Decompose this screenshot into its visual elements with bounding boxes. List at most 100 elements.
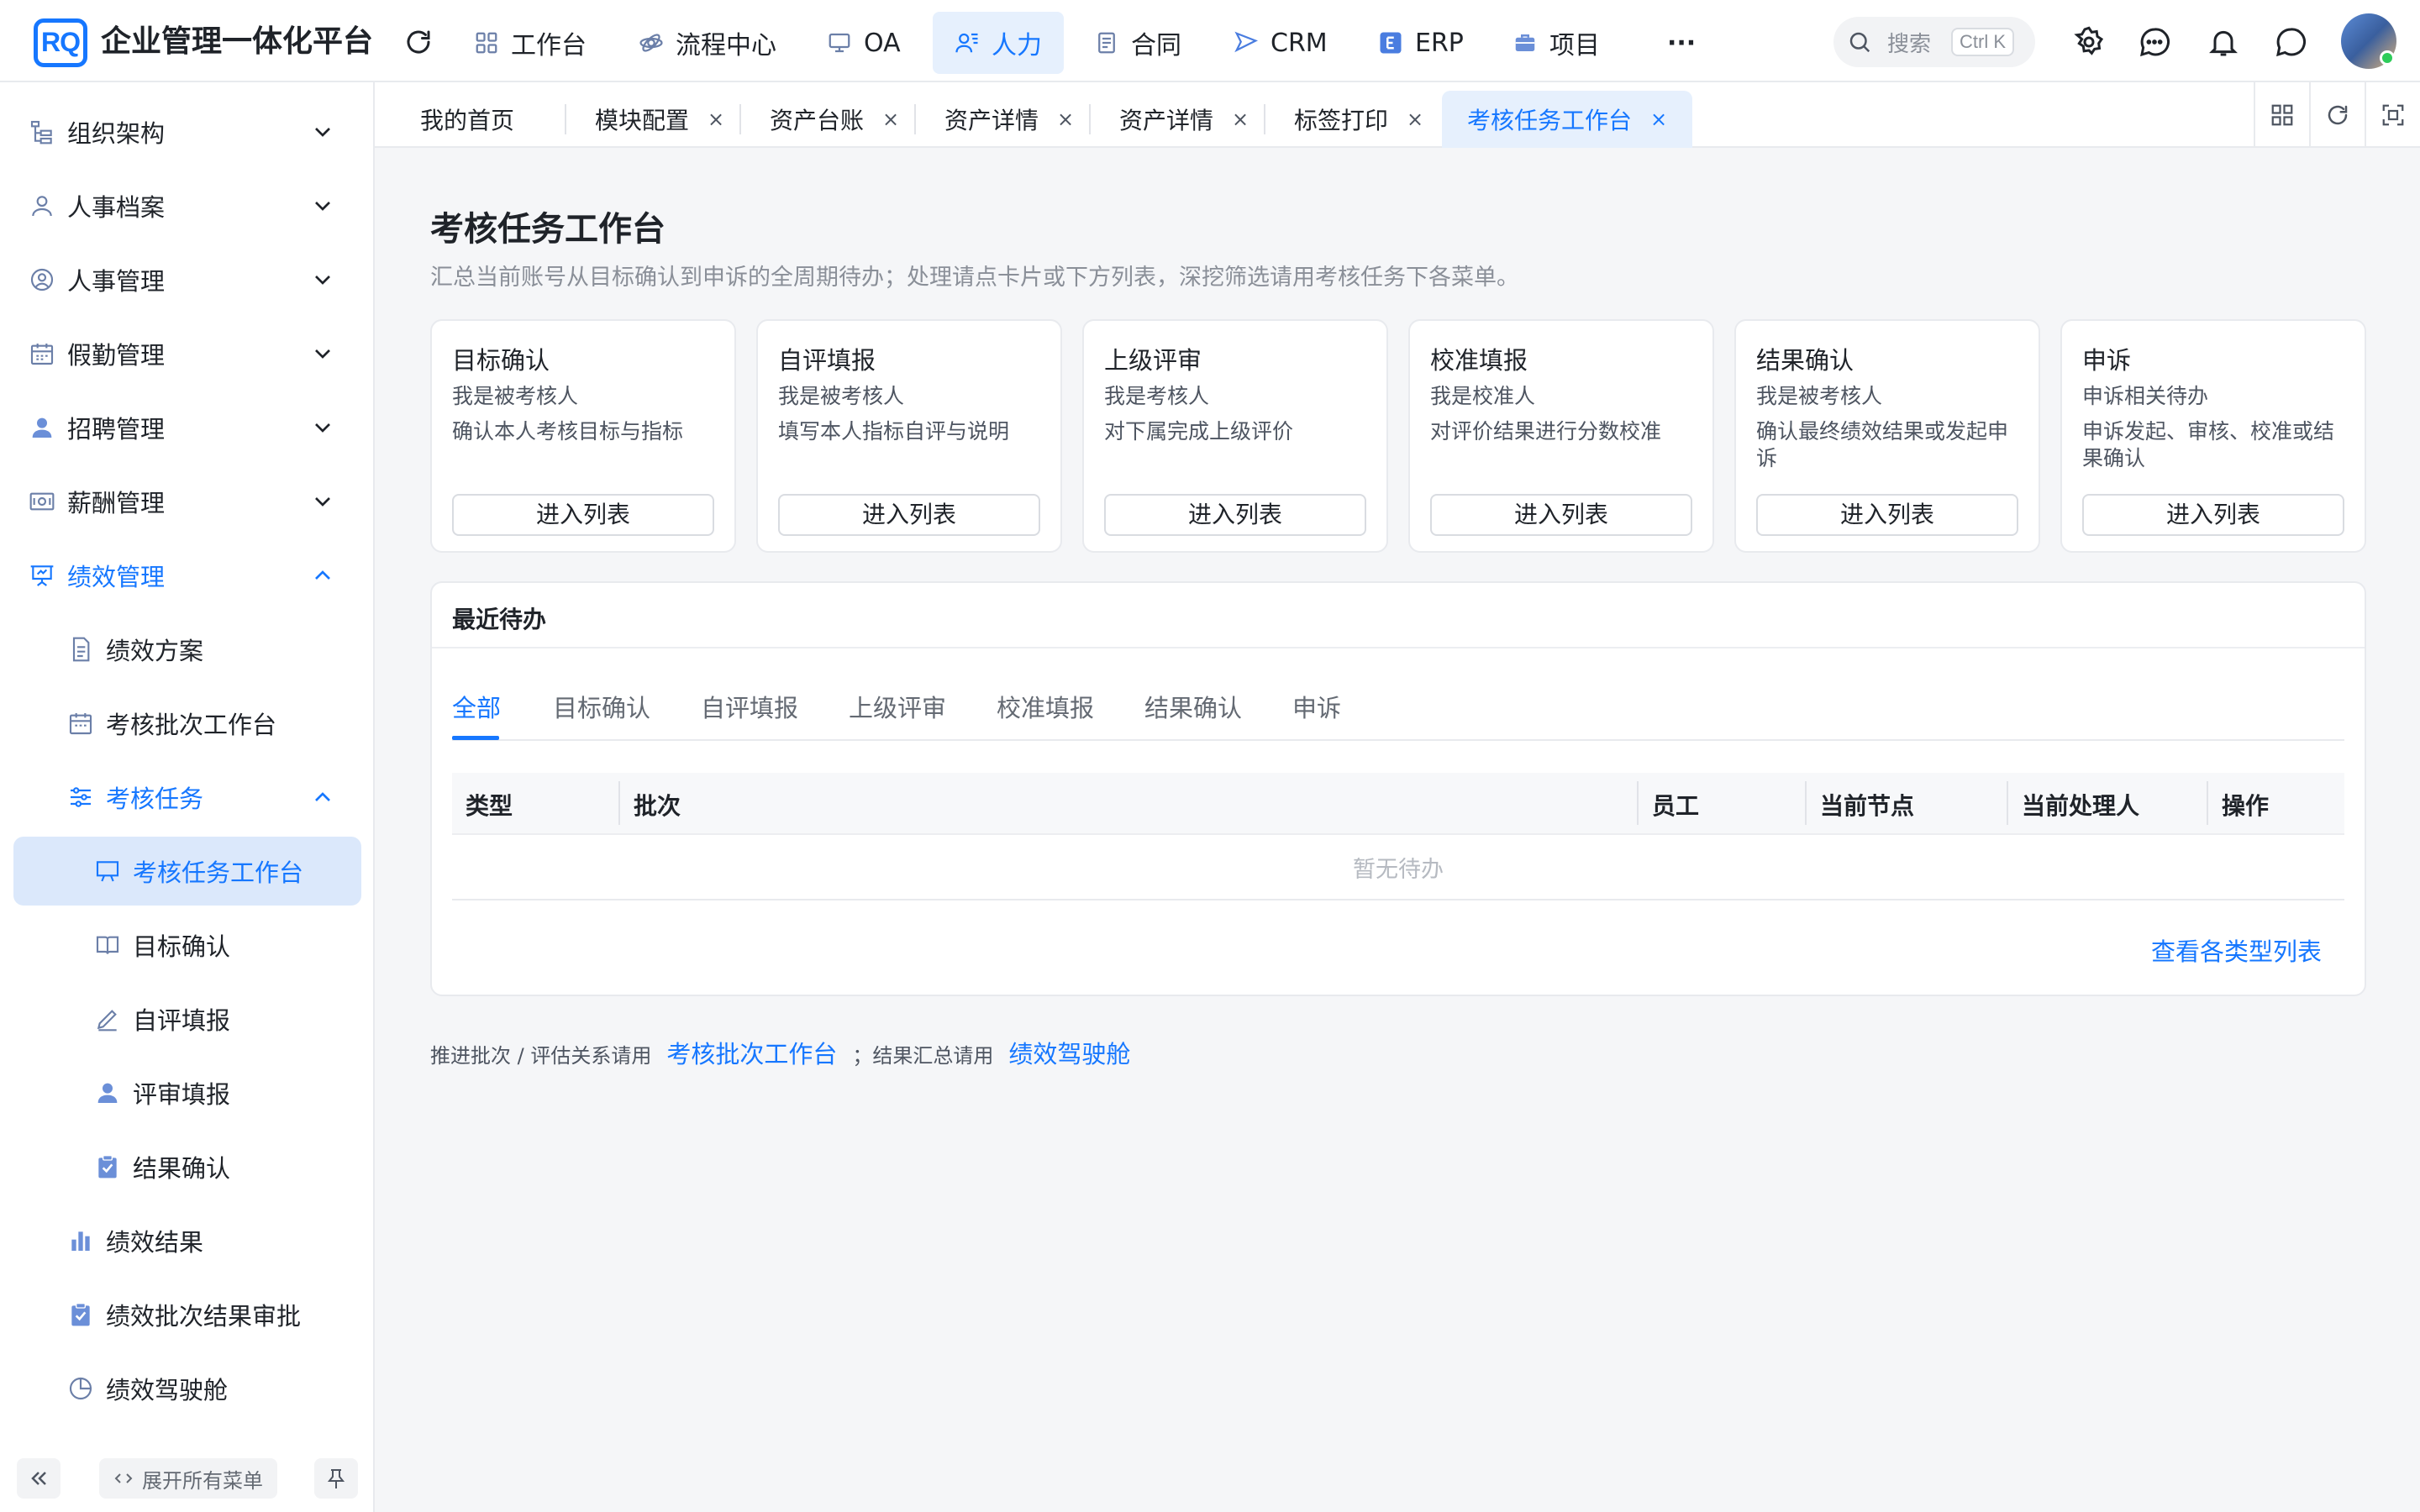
- briefcase-icon: [1515, 34, 1535, 51]
- column-header[interactable]: 当前节点: [1820, 788, 1914, 822]
- enter-list-button[interactable]: 进入列表: [1430, 494, 1692, 536]
- search-icon: [1849, 32, 1870, 53]
- sidebar-item-result-confirm[interactable]: 结果确认: [13, 1132, 361, 1201]
- topnav-erp[interactable]: ERP: [1356, 12, 1486, 74]
- cockpit-link[interactable]: 绩效驾驶舱: [1008, 1035, 1130, 1070]
- bell-icon[interactable]: [2207, 25, 2240, 59]
- fullscreen-button[interactable]: [2365, 82, 2420, 148]
- collapse-sidebar-button[interactable]: [17, 1458, 60, 1499]
- topnav-oa[interactable]: OA: [805, 12, 923, 74]
- topnav-workbench[interactable]: 工作台: [452, 12, 608, 74]
- more-menu-button[interactable]: ···: [1645, 12, 1718, 74]
- topnav-project[interactable]: 项目: [1491, 12, 1622, 74]
- tab-asset-detail-2[interactable]: 资产详情 ×: [1119, 91, 1249, 148]
- topnav-label: 工作台: [511, 31, 587, 60]
- topnav-flow[interactable]: 流程中心: [617, 12, 798, 74]
- message-icon[interactable]: [2138, 25, 2171, 59]
- chevron-down-icon: [315, 128, 330, 137]
- sidebar-item-salary[interactable]: 薪酬管理: [13, 467, 361, 536]
- tab-grid-button[interactable]: [2254, 82, 2309, 148]
- sidebar-item-performance[interactable]: 绩效管理: [13, 541, 361, 610]
- sidebar-item-label: 绩效结果: [106, 1228, 204, 1257]
- sidebar-item-archive[interactable]: 人事档案: [13, 171, 361, 240]
- filter-tab-all[interactable]: 全部: [452, 689, 501, 724]
- app-title: 企业管理一体化平台: [101, 24, 374, 59]
- card-description: 对下属完成上级评价: [1104, 419, 1294, 444]
- tab-home[interactable]: 我的首页: [420, 91, 514, 148]
- tab-asset-ledger[interactable]: 资产台账 ×: [770, 91, 899, 148]
- sidebar-item-hr-manage[interactable]: 人事管理: [13, 245, 361, 314]
- close-icon[interactable]: ×: [708, 108, 724, 131]
- column-header[interactable]: 操作: [2222, 788, 2269, 822]
- tab-label-print[interactable]: 标签打印 ×: [1294, 91, 1423, 148]
- enter-list-button[interactable]: 进入列表: [2082, 494, 2344, 536]
- sidebar-item-label: 考核任务工作台: [133, 858, 304, 887]
- filter-tab-self-review[interactable]: 自评填报: [701, 689, 798, 724]
- enter-list-button[interactable]: 进入列表: [1104, 494, 1366, 536]
- sidebar-item-recruit[interactable]: 招聘管理: [13, 393, 361, 462]
- sidebar-item-batch-workbench[interactable]: 考核批次工作台: [13, 689, 361, 758]
- sidebar-item-label: 绩效批次结果审批: [106, 1302, 302, 1331]
- column-header[interactable]: 当前处理人: [2022, 788, 2139, 822]
- tab-refresh-button[interactable]: [2309, 82, 2365, 148]
- tab-separator: [739, 104, 741, 134]
- sidebar-item-batch-approval[interactable]: 绩效批次结果审批: [13, 1280, 361, 1349]
- topnav-label: 流程中心: [676, 31, 776, 60]
- sidebar-item-attendance[interactable]: 假勤管理: [13, 319, 361, 388]
- pin-sidebar-button[interactable]: [314, 1458, 358, 1499]
- sidebar-item-org[interactable]: 组织架构: [13, 97, 361, 166]
- close-icon[interactable]: ×: [882, 108, 899, 131]
- tab-label: 考核任务工作台: [1467, 107, 1633, 134]
- enter-list-button[interactable]: 进入列表: [452, 494, 714, 536]
- filter-tab-goal-confirm[interactable]: 目标确认: [553, 689, 650, 724]
- sidebar-item-perf-result[interactable]: 绩效结果: [13, 1206, 361, 1275]
- topnav-label: 人力: [992, 31, 1042, 60]
- fullscreen-icon: [2382, 104, 2404, 126]
- sidebar-item-review-fill[interactable]: 评审填报: [13, 1058, 361, 1127]
- column-header[interactable]: 批次: [634, 788, 681, 822]
- sidebar-item-self-review[interactable]: 自评填报: [13, 984, 361, 1053]
- column-header[interactable]: 类型: [466, 788, 513, 822]
- topnav-hr[interactable]: 人力: [933, 12, 1064, 74]
- filter-tab-superior-review[interactable]: 上级评审: [849, 689, 946, 724]
- card-calibration: 校准填报 我是校准人 对评价结果进行分数校准 进入列表: [1408, 319, 1714, 553]
- search-input[interactable]: 搜索 Ctrl K: [1833, 17, 2035, 67]
- close-icon[interactable]: ×: [1232, 108, 1249, 131]
- enter-list-button[interactable]: 进入列表: [778, 494, 1040, 536]
- card-description: 确认本人考核目标与指标: [452, 419, 684, 444]
- refresh-icon[interactable]: [403, 27, 434, 57]
- tab-separator: [914, 104, 916, 134]
- tab-module-config[interactable]: 模块配置 ×: [595, 91, 724, 148]
- tab-separator: [1089, 104, 1091, 134]
- empty-state: 暂无待办: [452, 833, 2344, 900]
- filter-tab-appeal[interactable]: 申诉: [1292, 689, 1341, 724]
- filter-tab-result-confirm[interactable]: 结果确认: [1144, 689, 1242, 724]
- tab-task-workbench[interactable]: 考核任务工作台 ×: [1442, 91, 1693, 148]
- sidebar-item-label: 招聘管理: [67, 415, 166, 444]
- footer-text: ；结果汇总请用: [852, 1044, 994, 1068]
- sidebar-item-perf-plan[interactable]: 绩效方案: [13, 615, 361, 684]
- sidebar-item-cockpit[interactable]: 绩效驾驶舱: [13, 1354, 361, 1423]
- sidebar-item-task-workbench[interactable]: 考核任务工作台: [13, 837, 361, 906]
- panel-title: 最近待办: [452, 606, 547, 633]
- tab-asset-detail-1[interactable]: 资产详情 ×: [944, 91, 1074, 148]
- filter-tab-calibration[interactable]: 校准填报: [997, 689, 1094, 724]
- sidebar-item-goal-confirm[interactable]: 目标确认: [13, 911, 361, 979]
- topnav-crm[interactable]: CRM: [1212, 12, 1349, 74]
- view-all-types-link[interactable]: 查看各类型列表: [2151, 932, 2322, 968]
- topnav-contract[interactable]: 合同: [1072, 12, 1203, 74]
- tab-label: 资产台账: [770, 107, 865, 134]
- close-icon[interactable]: ×: [1057, 108, 1074, 131]
- enter-list-button[interactable]: 进入列表: [1756, 494, 2018, 536]
- footer-note: 推进批次 / 评估关系请用 考核批次工作台 ；结果汇总请用 绩效驾驶舱: [430, 1035, 1130, 1070]
- close-icon[interactable]: ×: [1407, 108, 1423, 131]
- search-placeholder: 搜索: [1887, 31, 1932, 57]
- sidebar-item-tasks[interactable]: 考核任务: [13, 763, 361, 832]
- batch-workbench-link[interactable]: 考核批次工作台: [666, 1035, 837, 1070]
- chat-icon[interactable]: [2274, 25, 2307, 59]
- column-header[interactable]: 员工: [1652, 788, 1699, 822]
- close-icon[interactable]: ×: [1650, 108, 1667, 131]
- book-icon: [96, 936, 119, 954]
- settings-icon[interactable]: [2072, 25, 2106, 59]
- expand-all-menus-button[interactable]: 展开所有菜单: [99, 1458, 277, 1499]
